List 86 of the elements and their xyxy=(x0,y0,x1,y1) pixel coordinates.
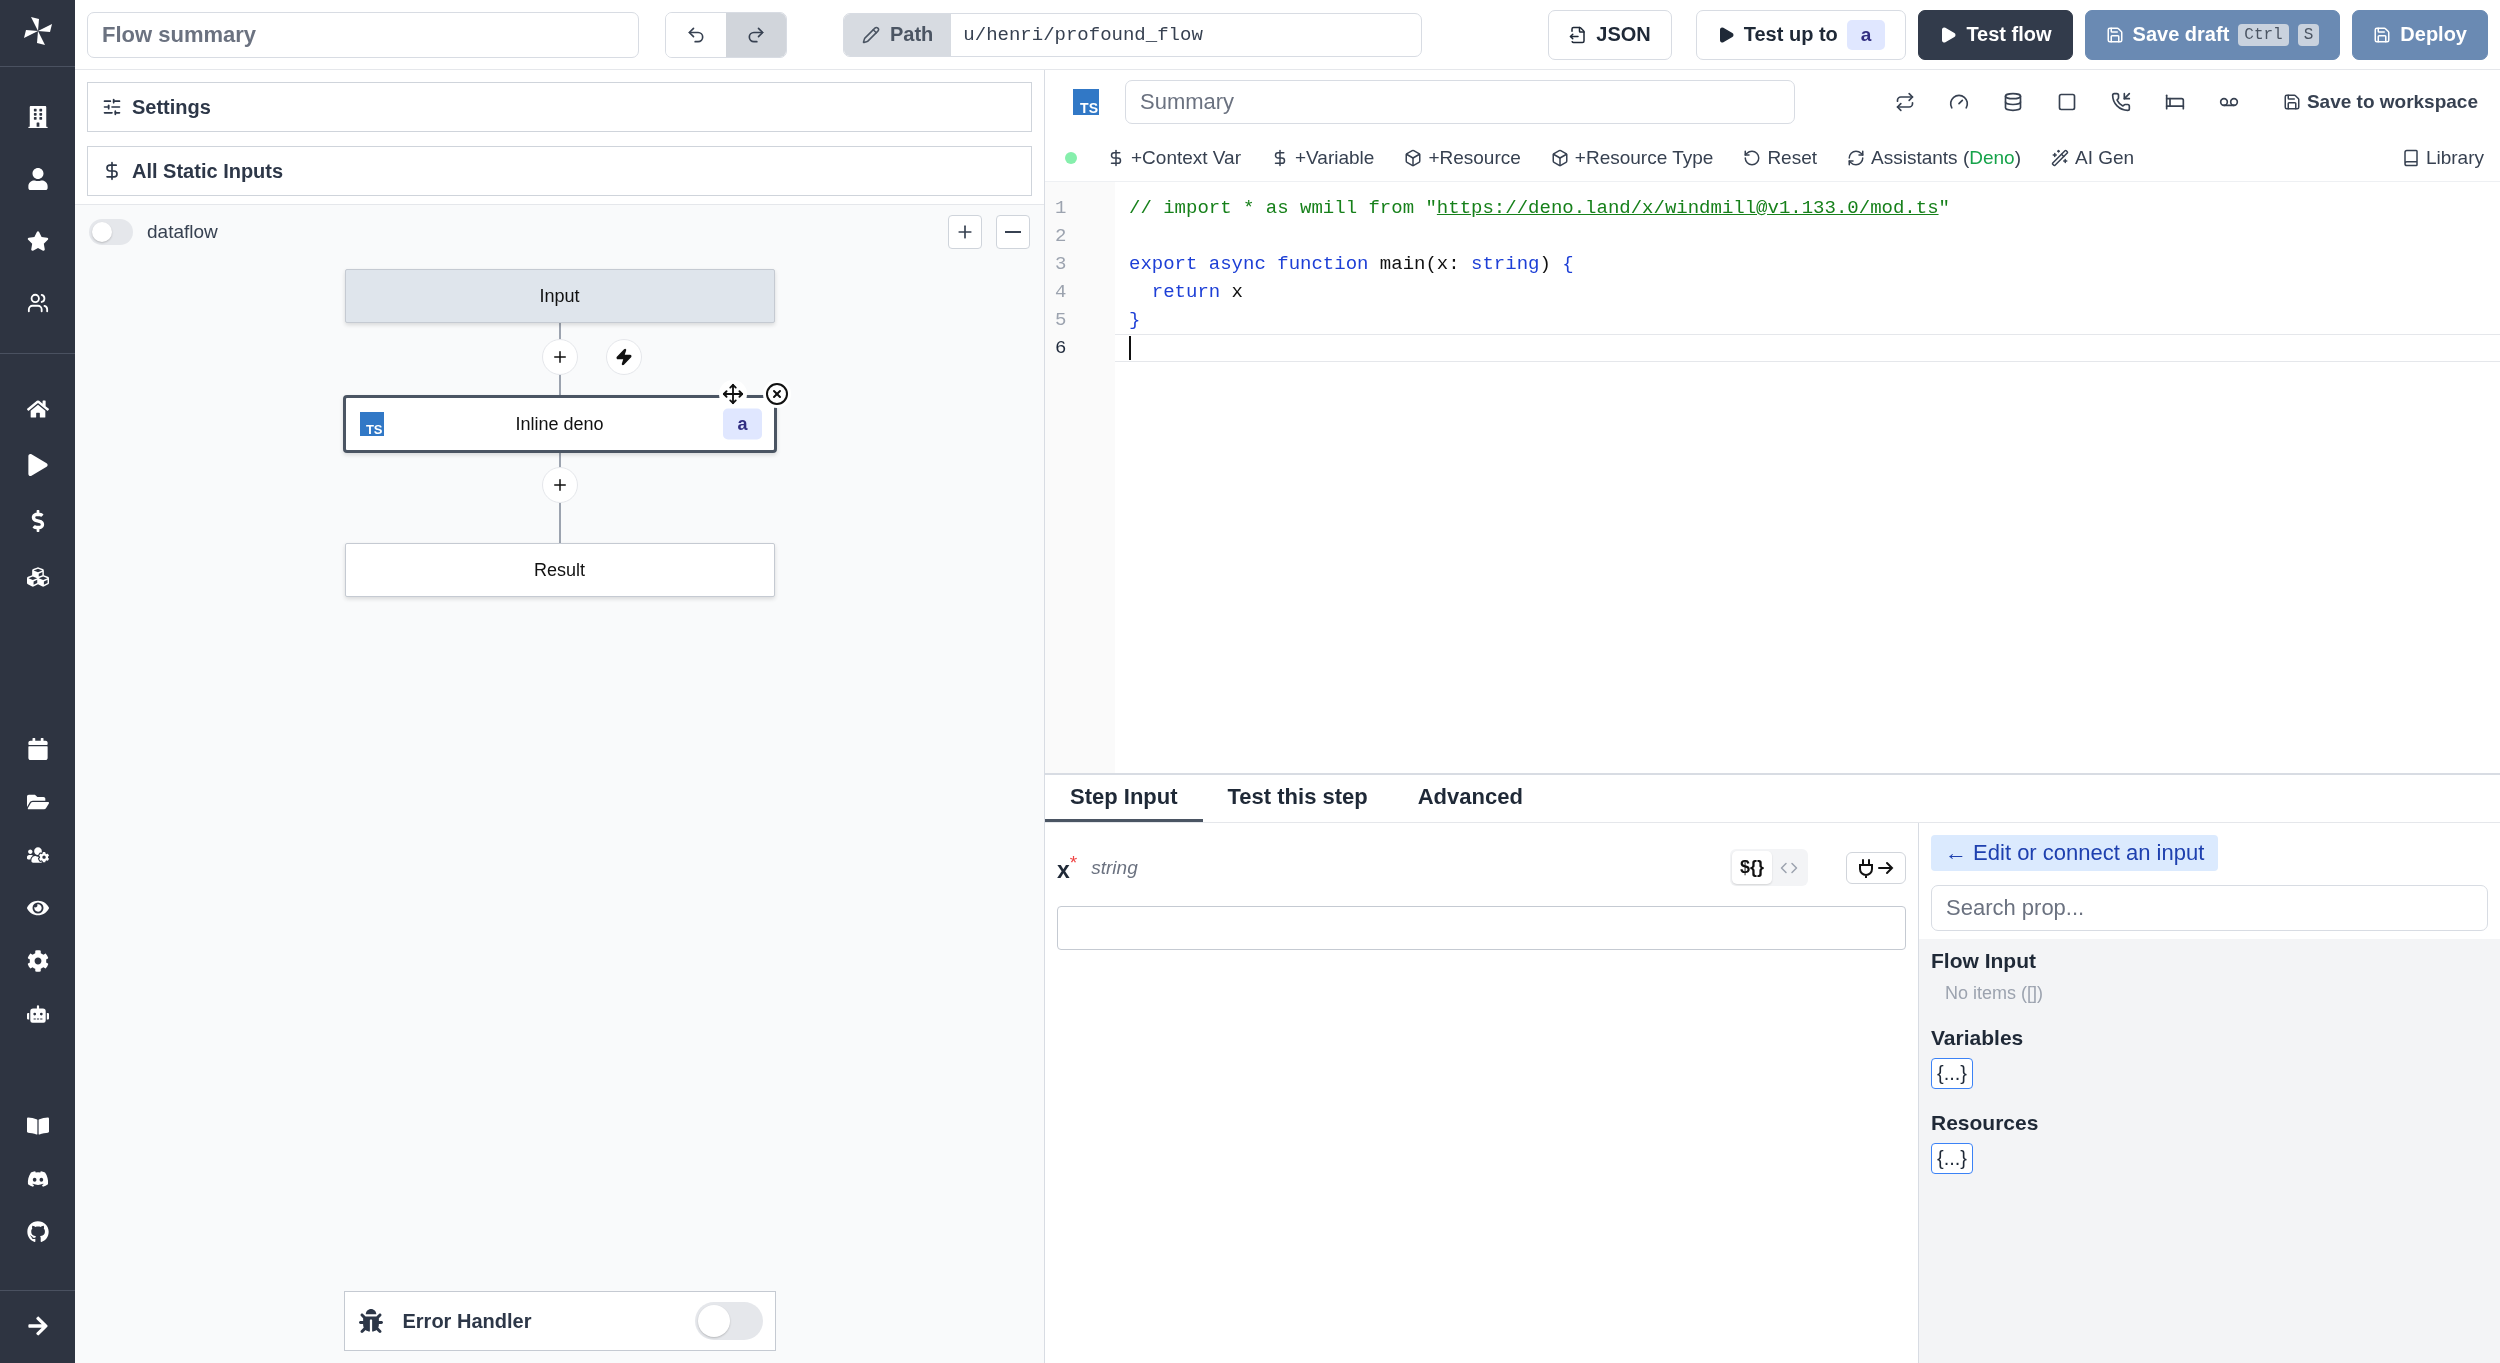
edit-connect-button[interactable]: ← Edit or connect an input xyxy=(1931,835,2219,871)
error-handler-toggle[interactable] xyxy=(694,1302,763,1340)
input-node[interactable]: Input xyxy=(344,269,775,323)
redo-button[interactable] xyxy=(726,12,786,57)
node-label: Inline deno xyxy=(515,413,604,435)
dataflow-label: dataflow xyxy=(147,221,218,243)
save-icon xyxy=(2373,25,2392,44)
toolbar-button[interactable]: +Context Var xyxy=(1107,146,1241,169)
export-icon xyxy=(1569,25,1588,44)
key-hint: S xyxy=(2297,23,2320,46)
deploy-button[interactable]: Deploy xyxy=(2352,9,2488,60)
lightning-icon xyxy=(614,348,633,366)
empty-text: No items ([]) xyxy=(1944,982,2044,1004)
error-handler-label: Error Handler xyxy=(402,1309,533,1333)
line-number: 6 xyxy=(1054,336,1068,361)
toolbar-button[interactable]: +Resource Type xyxy=(1550,146,1714,169)
summary-field[interactable]: Summary xyxy=(1125,80,1795,124)
cube-icon xyxy=(1550,148,1569,167)
text-cursor xyxy=(1129,336,1131,360)
code-line: export async function main(x: string) { xyxy=(1129,252,1574,277)
code-line: return x xyxy=(1150,280,1244,305)
object-button[interactable]: {...} xyxy=(1931,1143,1974,1174)
undo-icon xyxy=(686,24,706,45)
group-title: Resources xyxy=(1931,1111,2040,1135)
result-node[interactable]: Result xyxy=(344,543,775,597)
tab[interactable]: Advanced xyxy=(1392,775,1548,822)
dataflow-toggle[interactable] xyxy=(89,219,133,245)
line-number: 4 xyxy=(1054,280,1068,305)
trigger-button[interactable] xyxy=(605,339,642,375)
add-step-button[interactable] xyxy=(541,339,578,375)
argument-name: x$^{*}$ xyxy=(1057,851,1078,884)
zoom-in-button[interactable] xyxy=(948,215,982,249)
wand-icon xyxy=(2051,148,2069,167)
node-label: Input xyxy=(539,285,580,307)
save-draft-button[interactable]: Save draft Ctrl S xyxy=(2084,9,2341,60)
minus-icon xyxy=(1005,231,1021,233)
toolbar-button[interactable]: Assistants (Deno) xyxy=(1847,146,2021,169)
test-flow-button[interactable]: Test flow xyxy=(1918,9,2073,60)
save-to-workspace-button[interactable]: Save to workspace xyxy=(2276,90,2484,114)
add-step-button[interactable] xyxy=(541,467,578,503)
search-field[interactable]: Search prop... xyxy=(1931,885,2488,931)
play-icon xyxy=(1939,25,1958,44)
flow-summary-field[interactable]: Flow summary xyxy=(87,11,639,58)
test-up-to-button[interactable]: Test up to a xyxy=(1695,9,1907,60)
sliders-icon xyxy=(102,97,122,117)
group-title: Flow Input xyxy=(1931,949,2037,973)
step-badge: a xyxy=(723,408,762,440)
line-number: 2 xyxy=(1054,224,1068,249)
line-number: 5 xyxy=(1054,308,1068,333)
line-number: 1 xyxy=(1054,196,1068,221)
template-mode-button[interactable]: ${} xyxy=(1731,851,1772,884)
save-icon xyxy=(2105,25,2124,44)
cube-icon xyxy=(1404,148,1423,167)
step-badge: a xyxy=(1846,19,1886,50)
toolbar-button[interactable]: +Resource xyxy=(1404,146,1521,169)
node-label: Result xyxy=(534,559,585,581)
redo-icon xyxy=(746,24,766,45)
key-hint: Ctrl xyxy=(2238,23,2289,46)
connect-button[interactable] xyxy=(1846,851,1906,884)
code-line: // import * as wmill from "https://deno.land/x/windmill@v1.133.0/mod.ts" xyxy=(1129,196,1950,221)
toolbar-button[interactable]: +Variable xyxy=(1271,146,1375,169)
library-button[interactable]: Library xyxy=(2401,146,2484,169)
script-node[interactable]: TS Inline deno a xyxy=(342,395,777,453)
group-title: Variables xyxy=(1931,1026,2025,1050)
typescript-logo: TS xyxy=(359,412,384,436)
toolbar-button[interactable]: Reset xyxy=(1743,146,1818,169)
plug-arrow-icon xyxy=(1857,857,1895,878)
tab[interactable]: Step Input xyxy=(1045,775,1203,822)
code-line: } xyxy=(1129,308,1141,333)
bug-icon xyxy=(358,1309,383,1333)
static-inputs-section[interactable]: All Static Inputs xyxy=(87,146,1032,196)
line-number: 3 xyxy=(1054,252,1068,277)
object-button[interactable]: {...} xyxy=(1931,1058,1974,1089)
json-button[interactable]: JSON xyxy=(1548,9,1672,60)
toolbar-button[interactable]: AI Gen xyxy=(2051,146,2135,169)
refresh-icon xyxy=(1847,148,1866,167)
zoom-out-button[interactable] xyxy=(996,215,1030,249)
status-dot xyxy=(1065,151,1077,164)
typescript-logo: TS xyxy=(1073,89,1099,115)
tab[interactable]: Test this step xyxy=(1202,775,1393,822)
reset-icon xyxy=(1743,148,1762,167)
argument-type: string xyxy=(1091,856,1139,879)
save-icon xyxy=(2282,93,2301,111)
book-icon xyxy=(2401,148,2420,167)
argument-input[interactable] xyxy=(1057,906,1906,950)
settings-section[interactable]: Settings xyxy=(87,82,1032,132)
